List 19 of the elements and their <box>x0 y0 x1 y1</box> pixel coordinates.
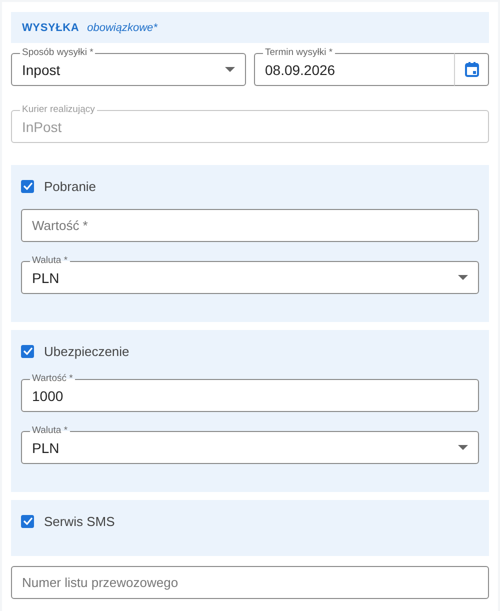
calendar-icon[interactable] <box>454 53 489 86</box>
select-field[interactable]: Waluta * PLN <box>21 426 479 464</box>
checkbox-label[interactable]: Serwis SMS <box>44 514 115 528</box>
caret-icon <box>458 445 468 450</box>
checkbox[interactable] <box>21 344 34 358</box>
input-field[interactable]: Numer listu przewozowego <box>11 566 489 599</box>
checkbox-label[interactable]: Pobranie <box>44 178 96 194</box>
caret-icon <box>458 275 468 280</box>
section-title: WYSYŁKA <box>22 22 80 34</box>
checkbox-label[interactable]: Ubezpieczenie <box>44 344 130 358</box>
input-field[interactable]: Wartość * 1000 <box>21 374 479 412</box>
input-field[interactable]: Wartość * <box>21 209 479 242</box>
select-field[interactable]: Waluta * PLN <box>21 256 479 294</box>
required-note: obowiązkowe* <box>87 22 158 34</box>
input-field[interactable]: Termin wysyłki * 08.09.2026 <box>254 48 454 86</box>
select-field[interactable]: Sposób wysyłki * Inpost <box>11 48 246 86</box>
checkbox[interactable] <box>21 514 34 528</box>
caret-icon <box>225 67 235 72</box>
checkbox[interactable] <box>21 180 34 192</box>
